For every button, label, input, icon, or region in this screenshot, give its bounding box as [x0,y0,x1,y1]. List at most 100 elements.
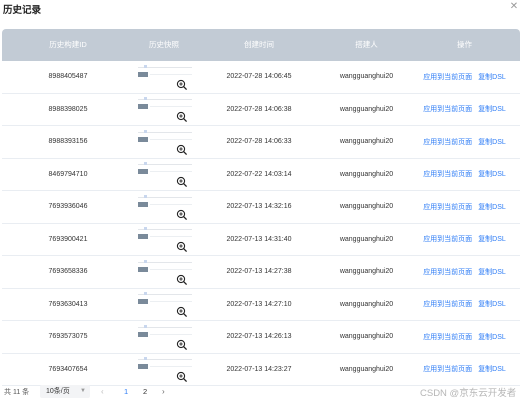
copy-dsl-link[interactable]: 复制DSL [478,267,506,277]
apply-to-page-link[interactable]: 应用到当前页面 [423,299,472,309]
snapshot-thumbnail [138,129,192,144]
copy-dsl-link[interactable]: 复制DSL [478,72,506,82]
apply-to-page-link[interactable]: 应用到当前页面 [423,234,472,244]
copy-dsl-link[interactable]: 复制DSL [478,104,506,114]
snapshot-preview [134,194,194,221]
apply-to-page-link[interactable]: 应用到当前页面 [423,202,472,212]
snapshot-thumbnail [138,194,192,209]
builder-name: wangguanghui20 [339,138,394,146]
created-time: 2022-07-13 14:31:40 [226,235,292,243]
apply-to-page-link[interactable]: 应用到当前页面 [423,104,472,114]
copy-dsl-link[interactable]: 复制DSL [478,364,506,374]
copy-dsl-link[interactable]: 复制DSL [478,332,506,342]
snapshot-thumbnail [138,357,192,371]
snapshot-cell [134,323,194,351]
actions-cell: 应用到当前页面 复制DSL [409,72,520,82]
copy-dsl-link[interactable]: 复制DSL [478,202,506,212]
apply-to-page-link[interactable]: 应用到当前页面 [423,137,472,147]
page-size-value: 10条/页 [46,388,70,395]
snapshot-preview [134,357,194,383]
build-id: 7693573075 [48,333,88,341]
snapshot-thumbnail [138,324,192,339]
column-header-actions: 操作 [457,40,472,49]
builder-name: wangguanghui20 [339,268,394,276]
builder-name: wangguanghui20 [339,73,394,81]
chevron-right-icon[interactable]: › [162,387,165,396]
zoom-in-icon[interactable] [176,274,188,286]
close-icon[interactable]: ✕ [508,1,520,13]
snapshot-cell [134,128,194,156]
table-row: 7693658336 2022-07-13 14:27:38 wangguanghu… [2,256,520,289]
actions-cell: 应用到当前页面 复制DSL [409,299,520,309]
page-size-select[interactable]: 10条/页 ▼ [40,385,90,398]
snapshot-preview [134,64,194,91]
zoom-in-icon[interactable] [176,209,188,221]
snapshot-cell [134,95,194,123]
column-header-id: 历史构建ID [49,40,87,49]
snapshot-thumbnail [138,227,192,241]
snapshot-preview [134,292,194,318]
snapshot-cell [134,160,194,188]
zoom-in-icon[interactable] [176,241,188,253]
table-row: 7693407654 2022-07-13 14:23:27 wangguanghu… [2,354,520,386]
zoom-in-icon[interactable] [176,176,188,188]
created-time: 2022-07-13 14:26:13 [226,333,292,341]
snapshot-thumbnail [138,292,192,306]
snapshot-preview [134,129,194,156]
page-2-button[interactable]: 2 [143,387,147,396]
build-id: 8988393156 [48,138,88,146]
snapshot-preview [134,162,194,188]
apply-to-page-link[interactable]: 应用到当前页面 [423,169,472,179]
apply-to-page-link[interactable]: 应用到当前页面 [423,364,472,374]
copy-dsl-link[interactable]: 复制DSL [478,137,506,147]
build-id: 7693658336 [48,268,88,276]
build-id: 7693630413 [48,300,88,308]
watermark: CSDN @京东云开发者 [420,388,517,399]
created-time: 2022-07-13 14:32:16 [226,203,292,211]
build-id: 7693407654 [48,365,88,373]
copy-dsl-link[interactable]: 复制DSL [478,234,506,244]
table-row: 7693900421 2022-07-13 14:31:40 wangguanghu… [2,224,520,256]
actions-cell: 应用到当前页面 复制DSL [409,267,520,277]
copy-dsl-link[interactable]: 复制DSL [478,299,506,309]
snapshot-preview [134,324,194,351]
apply-to-page-link[interactable]: 应用到当前页面 [423,332,472,342]
table-row: 8988405487 2022-07-28 14:06:45 wangguanghu… [2,61,520,94]
actions-cell: 应用到当前页面 复制DSL [409,104,520,114]
zoom-in-icon[interactable] [176,339,188,351]
zoom-in-icon[interactable] [176,111,188,123]
created-time: 2022-07-28 14:06:45 [226,73,292,81]
column-header-builder: 搭建人 [355,40,378,49]
build-id: 7693900421 [48,235,88,243]
apply-to-page-link[interactable]: 应用到当前页面 [423,267,472,277]
created-time: 2022-07-28 14:06:33 [226,138,292,146]
table-row: 8988398025 2022-07-28 14:06:38 wangguanghu… [2,94,520,126]
snapshot-cell [134,258,194,286]
snapshot-cell [134,193,194,221]
dialog-title: 历史记录 [3,5,42,16]
table-row: 7693936046 2022-07-13 14:32:16 wangguanghu… [2,191,520,224]
builder-name: wangguanghui20 [339,235,394,243]
page-1-button[interactable]: 1 [124,387,128,396]
zoom-in-icon[interactable] [176,306,188,318]
table-row: 8469794710 2022-07-22 14:03:14 wangguanghu… [2,159,520,191]
builder-name: wangguanghui20 [339,300,394,308]
actions-cell: 应用到当前页面 复制DSL [409,202,520,212]
zoom-in-icon[interactable] [176,79,188,91]
snapshot-cell [134,355,194,383]
build-id: 8988398025 [48,105,88,113]
zoom-in-icon[interactable] [176,144,188,156]
actions-cell: 应用到当前页面 复制DSL [409,234,520,244]
copy-dsl-link[interactable]: 复制DSL [478,169,506,179]
zoom-in-icon[interactable] [176,371,188,383]
builder-name: wangguanghui20 [339,365,394,373]
created-time: 2022-07-22 14:03:14 [226,170,292,178]
snapshot-cell [134,290,194,318]
table-row: 7693573075 2022-07-13 14:26:13 wangguanghu… [2,321,520,354]
snapshot-thumbnail [138,97,192,111]
table-row: 8988393156 2022-07-28 14:06:33 wangguanghu… [2,126,520,159]
dialog-header: 历史记录 ✕ [0,0,522,20]
apply-to-page-link[interactable]: 应用到当前页面 [423,72,472,82]
chevron-left-icon[interactable]: ‹ [101,387,104,396]
actions-cell: 应用到当前页面 复制DSL [409,169,520,179]
